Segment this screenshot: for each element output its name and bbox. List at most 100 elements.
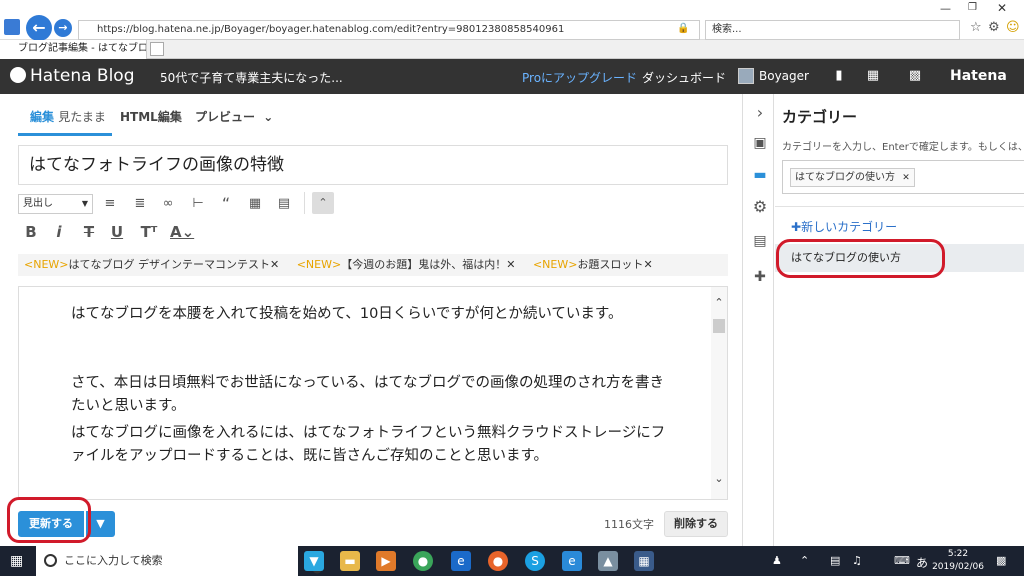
chevron-up-icon[interactable]: ⌃	[800, 554, 809, 567]
tab-preview[interactable]: プレビュー ⌄	[195, 106, 273, 136]
message-icon[interactable]: ▩	[908, 69, 922, 83]
minimize-icon[interactable]: —	[940, 2, 951, 15]
clock[interactable]: 5:22 2019/02/06	[932, 548, 984, 574]
keyboard-icon[interactable]: ⌨	[894, 554, 910, 567]
news-item[interactable]: <NEW>はてなブログ デザインテーマコンテスト✕	[24, 258, 279, 271]
ie-icon[interactable]: e	[562, 551, 582, 571]
table-icon[interactable]: ▦	[245, 194, 265, 214]
body-editor[interactable]: はてなブログを本腰を入れて投稿を始めて、10日くらいですが何とか続いています。 …	[18, 286, 728, 500]
grid-icon[interactable]: ▦	[866, 69, 880, 83]
hatena-brand[interactable]: Hatena	[950, 68, 1007, 84]
volume-icon[interactable]: ♫	[852, 554, 862, 567]
scroll-down-icon[interactable]: ⌄	[713, 473, 725, 485]
url-field[interactable]: https://blog.hatena.ne.jp/Boyager/boyage…	[78, 20, 700, 40]
gear-icon[interactable]: ⚙	[988, 20, 1000, 35]
heading-select[interactable]: 見出し ▼	[18, 194, 93, 214]
lock-icon: 🔒	[677, 23, 690, 34]
title-input[interactable]: はてなフォトライフの画像の特徴	[18, 145, 728, 185]
skype-icon[interactable]: S	[525, 551, 545, 571]
restore-icon[interactable]: ❐	[968, 2, 977, 13]
app-icon[interactable]: ▲	[598, 551, 618, 571]
quote-icon[interactable]: “	[216, 194, 236, 214]
image-icon[interactable]: ▣	[751, 134, 769, 152]
search-icon	[44, 554, 57, 567]
close-icon[interactable]: ✕	[643, 258, 652, 271]
font-color-icon[interactable]: A⌄	[170, 221, 194, 243]
body-text[interactable]: はてなブログを本腰を入れて投稿を始めて、10日くらいですが何とか続いています。 …	[71, 303, 671, 468]
bookmark-icon[interactable]: ▮	[832, 69, 846, 83]
app-icon[interactable]: ▼	[304, 551, 324, 571]
bullet-list-icon[interactable]: ≡	[100, 194, 120, 214]
tab-html[interactable]: HTML編集	[120, 106, 182, 136]
clock-date: 2019/02/06	[932, 562, 984, 572]
firefox-icon[interactable]: ●	[488, 551, 508, 571]
italic-icon[interactable]: i	[48, 221, 70, 243]
bold-icon[interactable]: B	[20, 221, 42, 243]
browser-app-icon	[4, 19, 20, 35]
home-icon[interactable]: ☆	[970, 20, 982, 35]
folder-icon[interactable]: ▬	[340, 551, 360, 571]
ime-icon[interactable]: あ	[916, 554, 928, 571]
numbered-list-icon[interactable]: ≣	[130, 194, 150, 214]
active-app-icon[interactable]: ▦	[634, 551, 654, 571]
back-button[interactable]: ←	[26, 15, 52, 41]
tab-preview-label: プレビュー	[195, 110, 256, 124]
plus-icon: ✚	[791, 220, 802, 234]
browser-search-input[interactable]: 検索...	[705, 20, 960, 40]
new-category-link[interactable]: ✚新しいカテゴリー	[791, 218, 897, 235]
font-size-icon[interactable]: Tᵀ	[138, 221, 160, 243]
close-icon[interactable]: ✕	[997, 1, 1007, 15]
document-icon[interactable]: ▤	[751, 232, 769, 250]
forward-button[interactable]: →	[54, 19, 72, 37]
dashboard-link[interactable]: ダッシュボード	[642, 69, 726, 86]
news-item[interactable]: <NEW>お題スロット✕	[533, 258, 653, 271]
category-tag[interactable]: はてなブログの使い方 ✕	[790, 168, 915, 187]
gear-icon[interactable]: ⚙	[751, 198, 769, 216]
person-icon[interactable]: ♟	[772, 554, 782, 567]
close-icon[interactable]: ✕	[506, 258, 515, 271]
category-input[interactable]: はてなブログの使い方 ✕	[782, 160, 1024, 194]
more-format-icon[interactable]: ▤	[274, 194, 294, 214]
chrome-icon[interactable]: ●	[413, 551, 433, 571]
tab-edit[interactable]: 編集 見たまま	[18, 106, 112, 136]
horizontal-rule-icon[interactable]: ⊢	[188, 194, 208, 214]
scroll-up-icon[interactable]: ⌃	[713, 297, 725, 309]
browser-tab[interactable]: ブログ記事編集 - はてなブログ	[0, 40, 147, 59]
edge-icon[interactable]: e	[451, 551, 471, 571]
close-icon[interactable]: ✕	[902, 173, 910, 183]
collapse-toolbar-button[interactable]: ⌃	[312, 192, 334, 214]
chevron-right-icon[interactable]: ›	[751, 104, 769, 122]
blog-title[interactable]: 50代で子育て専業主夫になった...	[160, 69, 343, 86]
news-text: はてなブログ デザインテーマコンテスト	[68, 258, 271, 271]
smiley-icon[interactable]: ☺	[1006, 20, 1020, 35]
media-icon[interactable]: ▶	[376, 551, 396, 571]
body-paragraph: はてなブログを本腰を入れて投稿を始めて、10日くらいですが何とか続いています。	[71, 306, 623, 322]
hatena-blog-logo[interactable]: Hatena Blog	[10, 65, 135, 87]
link-icon[interactable]: ∞	[158, 194, 178, 214]
news-bar: <NEW>はてなブログ デザインテーマコンテスト✕ <NEW>【今週のお題】鬼は…	[18, 254, 728, 276]
strikethrough-icon[interactable]: T	[78, 221, 100, 243]
new-tab-button[interactable]	[150, 42, 164, 56]
avatar[interactable]	[738, 68, 754, 84]
underline-icon[interactable]: U	[106, 221, 128, 243]
taskbar-search[interactable]: ここに入力して検索 ●	[36, 546, 322, 576]
user-name[interactable]: Boyager	[759, 69, 809, 83]
network-icon[interactable]: ▤	[830, 554, 840, 567]
taskbar-search-placeholder: ここに入力して検索	[64, 554, 163, 567]
logo-icon	[10, 67, 26, 83]
windows-start-icon[interactable]: ▦	[10, 553, 26, 569]
notification-icon[interactable]: ▩	[996, 554, 1006, 567]
logo-text: Hatena Blog	[30, 66, 135, 86]
scroll-thumb[interactable]	[713, 319, 725, 333]
chevron-down-icon: ▼	[96, 517, 105, 530]
delete-button[interactable]: 削除する	[664, 511, 728, 537]
char-count: 1116文字	[604, 518, 654, 531]
scrollbar[interactable]: ⌃ ⌄	[711, 287, 727, 499]
folder-icon[interactable]: ▬	[751, 166, 769, 184]
close-icon[interactable]: ✕	[270, 258, 279, 271]
news-item[interactable]: <NEW>【今週のお題】鬼は外、福は内！✕	[297, 258, 516, 271]
plus-icon[interactable]: ✚	[751, 268, 769, 286]
tab-bar: ブログ記事編集 - はてなブログ	[0, 40, 1024, 59]
pro-upgrade-link[interactable]: Proにアップグレード	[522, 69, 637, 86]
